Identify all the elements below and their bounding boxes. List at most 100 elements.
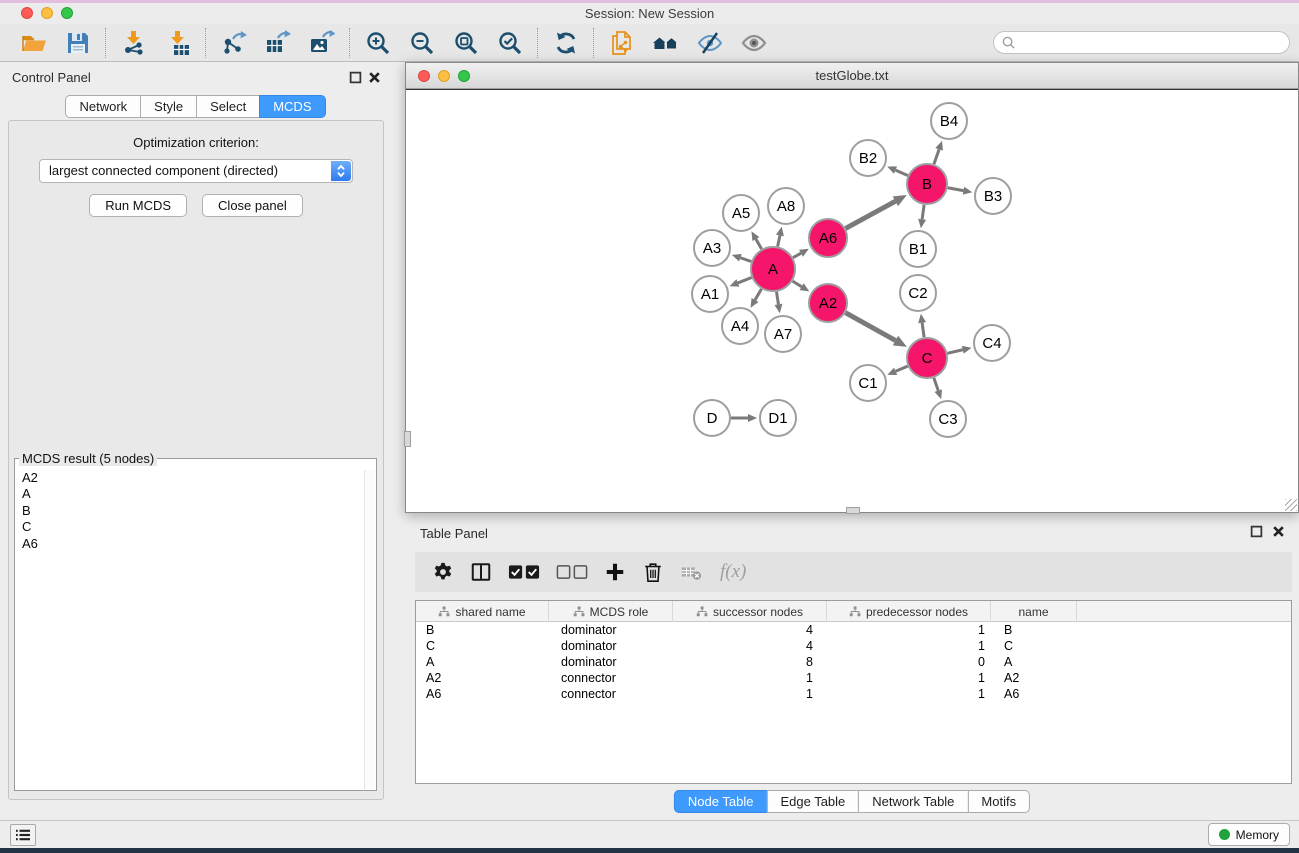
mcds-result-item[interactable]: A2 xyxy=(16,470,363,486)
tab-edge-table[interactable]: Edge Table xyxy=(766,790,859,813)
cell-mcds-role[interactable]: dominator xyxy=(549,622,673,638)
cell-mcds-role[interactable]: connector xyxy=(549,670,673,686)
cell-mcds-role[interactable]: connector xyxy=(549,686,673,702)
export-image-icon[interactable] xyxy=(308,29,335,56)
edge-C-C3[interactable] xyxy=(934,378,938,391)
first-neighbors-icon[interactable] xyxy=(652,29,679,56)
edge-A-A5[interactable] xyxy=(756,239,762,249)
cell-successor-nodes[interactable]: 4 xyxy=(673,622,827,638)
network-minimize-button[interactable] xyxy=(438,70,450,82)
export-network-icon[interactable] xyxy=(220,29,247,56)
edge-A-A2[interactable] xyxy=(793,281,802,287)
cell-predecessor-nodes[interactable]: 1 xyxy=(827,638,991,654)
cell-predecessor-nodes[interactable]: 1 xyxy=(827,686,991,702)
cell-predecessor-nodes[interactable]: 1 xyxy=(827,670,991,686)
close-window-button[interactable] xyxy=(21,7,33,19)
edge-A-A1[interactable] xyxy=(738,277,752,282)
hide-selected-icon[interactable] xyxy=(696,29,723,56)
clone-network-icon[interactable] xyxy=(608,29,635,56)
delete-row-icon[interactable] xyxy=(642,560,664,584)
run-mcds-button[interactable]: Run MCDS xyxy=(89,194,187,217)
tab-style[interactable]: Style xyxy=(140,95,197,118)
cell-shared-name[interactable]: A xyxy=(416,654,549,670)
cell-shared-name[interactable]: A2 xyxy=(416,670,549,686)
zoom-fit-icon[interactable] xyxy=(452,29,479,56)
settings-gear-icon[interactable] xyxy=(432,560,454,584)
float-panel-icon[interactable] xyxy=(349,71,362,84)
edge-C-C1[interactable] xyxy=(896,366,908,371)
network-zoom-button[interactable] xyxy=(458,70,470,82)
cell-successor-nodes[interactable]: 1 xyxy=(673,670,827,686)
table-row[interactable]: Bdominator41B xyxy=(416,622,1291,638)
cell-mcds-role[interactable]: dominator xyxy=(549,638,673,654)
table-row[interactable]: A6connector11A6 xyxy=(416,686,1291,702)
zoom-in-icon[interactable] xyxy=(364,29,391,56)
criterion-dropdown[interactable]: largest connected component (directed) xyxy=(39,159,353,183)
column-header-mcds-role[interactable]: MCDS role xyxy=(549,601,673,622)
edge-A-A3[interactable] xyxy=(740,258,751,262)
column-header-name[interactable]: name xyxy=(991,601,1077,622)
tab-mcds[interactable]: MCDS xyxy=(259,95,325,118)
tab-motifs[interactable]: Motifs xyxy=(967,790,1030,813)
cell-name[interactable]: B xyxy=(991,622,1077,638)
close-panel-button[interactable]: Close panel xyxy=(202,194,303,217)
edge-B-B3[interactable] xyxy=(948,188,964,191)
edge-B-B1[interactable] xyxy=(922,205,924,219)
mcds-result-item[interactable]: A xyxy=(16,486,363,502)
column-header-shared-name[interactable]: shared name xyxy=(416,601,549,622)
cell-shared-name[interactable]: B xyxy=(416,622,549,638)
cell-name[interactable]: A6 xyxy=(991,686,1077,702)
import-network-icon[interactable] xyxy=(120,29,147,56)
show-all-icon[interactable] xyxy=(740,29,767,56)
cell-successor-nodes[interactable]: 1 xyxy=(673,686,827,702)
deselect-all-icon[interactable] xyxy=(556,560,588,584)
zoom-selected-icon[interactable] xyxy=(496,29,523,56)
cell-shared-name[interactable]: C xyxy=(416,638,549,654)
minimize-window-button[interactable] xyxy=(41,7,53,19)
memory-button[interactable]: Memory xyxy=(1208,823,1290,846)
tab-select[interactable]: Select xyxy=(196,95,260,118)
tab-network[interactable]: Network xyxy=(65,95,141,118)
close-panel-icon[interactable] xyxy=(368,71,381,84)
save-session-icon[interactable] xyxy=(64,29,91,56)
cell-predecessor-nodes[interactable]: 1 xyxy=(827,622,991,638)
table-row[interactable]: A2connector11A2 xyxy=(416,670,1291,686)
mcds-result-item[interactable]: A6 xyxy=(16,536,363,552)
task-history-button[interactable] xyxy=(10,824,36,846)
network-canvas[interactable]: AA6A2BCA1A3A4A5A7A8B1B2B3B4C1C2C3C4DD1 xyxy=(406,89,1298,512)
cell-name[interactable]: C xyxy=(991,638,1077,654)
cell-shared-name[interactable]: A6 xyxy=(416,686,549,702)
import-table-icon[interactable] xyxy=(164,29,191,56)
network-close-button[interactable] xyxy=(418,70,430,82)
add-row-icon[interactable] xyxy=(604,560,626,584)
mcds-result-item[interactable]: B xyxy=(16,503,363,519)
search-box[interactable] xyxy=(993,31,1290,54)
cell-predecessor-nodes[interactable]: 0 xyxy=(827,654,991,670)
left-split-handle[interactable] xyxy=(404,431,411,447)
edge-C-C2[interactable] xyxy=(922,323,924,337)
edge-B-B2[interactable] xyxy=(895,170,907,175)
float-table-panel-icon[interactable] xyxy=(1250,525,1263,538)
edge-A2-C[interactable] xyxy=(845,313,895,341)
tab-network-table[interactable]: Network Table xyxy=(858,790,968,813)
mcds-result-item[interactable]: C xyxy=(16,519,363,535)
result-scrollbar[interactable] xyxy=(364,470,375,789)
zoom-window-button[interactable] xyxy=(61,7,73,19)
cell-mcds-role[interactable]: dominator xyxy=(549,654,673,670)
network-window-titlebar[interactable]: testGlobe.txt xyxy=(406,63,1298,89)
column-header-predecessor-nodes[interactable]: predecessor nodes xyxy=(827,601,991,622)
zoom-out-icon[interactable] xyxy=(408,29,435,56)
column-header-successor-nodes[interactable]: successor nodes xyxy=(673,601,827,622)
tab-node-table[interactable]: Node Table xyxy=(674,790,768,813)
cell-successor-nodes[interactable]: 8 xyxy=(673,654,827,670)
edge-C-C4[interactable] xyxy=(947,350,962,354)
show-column-icon[interactable] xyxy=(470,560,492,584)
edge-B-B4[interactable] xyxy=(934,149,939,164)
search-input[interactable] xyxy=(1016,36,1289,50)
edge-A-A6[interactable] xyxy=(793,253,801,257)
bottom-split-handle[interactable] xyxy=(846,507,860,514)
table-row[interactable]: Cdominator41C xyxy=(416,638,1291,654)
open-session-icon[interactable] xyxy=(20,29,47,56)
resize-grip[interactable] xyxy=(1285,499,1297,511)
export-table-icon[interactable] xyxy=(264,29,291,56)
